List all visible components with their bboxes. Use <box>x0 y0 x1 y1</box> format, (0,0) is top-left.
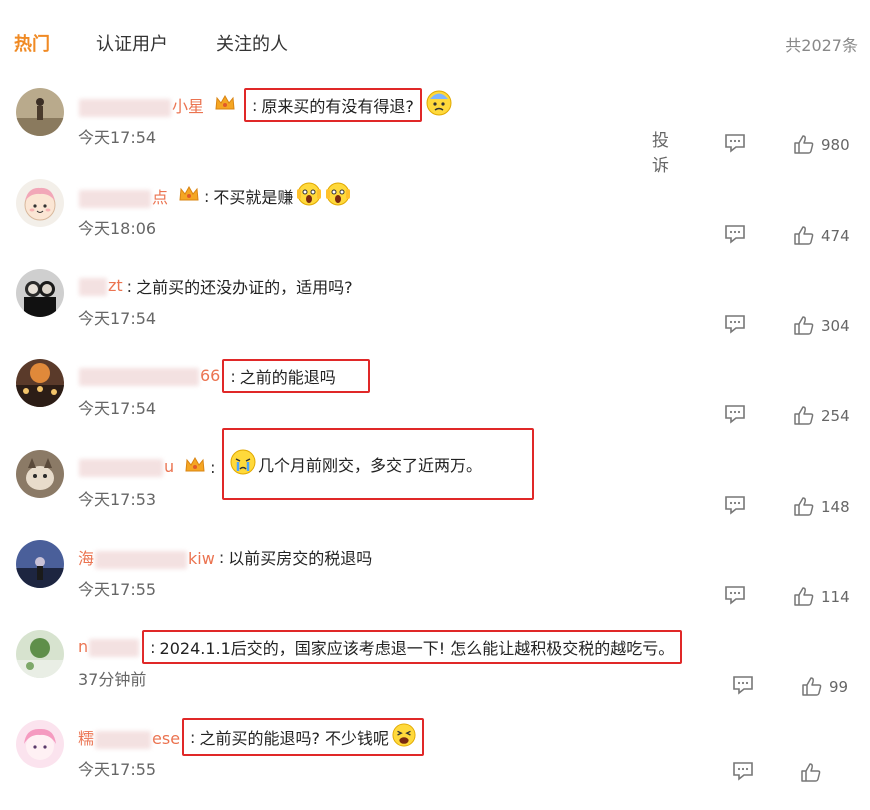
avatar[interactable] <box>16 179 64 227</box>
avatar[interactable] <box>16 630 64 678</box>
comment-time: 37分钟前 <box>78 670 147 689</box>
avatar[interactable] <box>16 720 64 768</box>
username[interactable]: n <box>78 637 140 657</box>
comment-time: 今天17:55 <box>78 760 157 779</box>
like-count: 148 <box>821 498 850 516</box>
reply-icon[interactable] <box>724 495 746 519</box>
avatar[interactable] <box>16 450 64 498</box>
comment-item: u : 几个月前刚交，多交了近两万。 今天17:53 148 <box>0 428 870 540</box>
report-button[interactable]: 投诉 <box>652 126 669 176</box>
reply-icon[interactable] <box>724 314 746 338</box>
comment-time: 今天17:54 <box>78 128 157 147</box>
comment-time: 今天17:54 <box>78 309 157 328</box>
thumbs-up-icon <box>794 406 814 425</box>
comment-time: 今天17:54 <box>78 399 157 418</box>
highlight-box: : 之前买的能退吗? 不少钱呢 <box>182 718 425 756</box>
like-button[interactable]: 474 <box>793 226 850 246</box>
comment-text: 几个月前刚交，多交了近两万。 <box>258 456 483 475</box>
comment-item: n :2024.1.1后交的，国家应该考虑退一下! 怎么能让越积极交税的越吃亏。… <box>0 630 870 720</box>
comment-tabs: 热门 认证用户 关注的人 共2027条 <box>14 30 858 60</box>
username[interactable]: zt <box>78 276 123 296</box>
tab-hot[interactable]: 热门 <box>14 30 50 56</box>
reply-icon[interactable] <box>724 133 746 157</box>
comment-time: 今天17:53 <box>78 490 157 509</box>
avatar[interactable] <box>16 88 64 136</box>
highlight-box: 几个月前刚交，多交了近两万。 <box>222 428 534 500</box>
total-count: 共2027条 <box>785 36 858 55</box>
reply-icon[interactable] <box>724 224 746 248</box>
comment-item: 点 : 不买就是赚 今天18:06 474 <box>0 179 870 269</box>
highlight-box: : 原来买的有没有得退? <box>244 88 422 122</box>
reply-icon[interactable] <box>732 761 754 785</box>
crown-icon <box>178 184 200 208</box>
username[interactable]: 66 <box>78 366 220 386</box>
comment-text: 2024.1.1后交的，国家应该考虑退一下! 怎么能让越积极交税的越吃亏。 <box>159 639 675 658</box>
avatar[interactable] <box>16 269 64 317</box>
crying-emoji-icon <box>230 449 256 479</box>
like-button[interactable]: 304 <box>793 316 850 336</box>
comment-item: 糯 ese : 之前买的能退吗? 不少钱呢 今天17:55 <box>0 718 870 810</box>
comment-text: 之前买的还没办证的，适用吗? <box>136 278 353 297</box>
like-count: 99 <box>829 678 849 696</box>
thumbs-up-icon <box>794 587 814 606</box>
username[interactable]: 小星 <box>78 93 204 117</box>
reply-icon[interactable] <box>724 585 746 609</box>
highlight-box: : 之前的能退吗 <box>222 359 370 393</box>
like-button[interactable]: 980 <box>793 135 850 155</box>
comment-text: 之前的能退吗 <box>239 368 336 387</box>
avatar[interactable] <box>16 359 64 407</box>
comment-text: 以前买房交的税退吗 <box>228 549 373 568</box>
username[interactable]: 点 <box>78 184 168 208</box>
thumbs-up-icon <box>794 135 814 154</box>
highlight-box: :2024.1.1后交的，国家应该考虑退一下! 怎么能让越积极交税的越吃亏。 <box>142 630 683 664</box>
comment-item: 小星 : 原来买的有没有得退? 今天17:54 投诉 980 <box>0 88 870 178</box>
screaming-emoji-icon <box>325 181 351 211</box>
username[interactable]: 糯 ese <box>78 725 180 749</box>
tab-verified-users[interactable]: 认证用户 <box>96 30 168 56</box>
like-count: 980 <box>821 136 850 154</box>
like-button[interactable]: 148 <box>793 497 850 517</box>
comment-text: 原来买的有没有得退? <box>261 97 414 116</box>
like-button[interactable] <box>800 763 828 783</box>
comment-time: 今天18:06 <box>78 219 157 238</box>
comment-time: 今天17:55 <box>78 580 157 599</box>
thumbs-up-icon <box>794 226 814 245</box>
comment-text: 不买就是赚 <box>213 188 294 207</box>
comment-text: 之前买的能退吗? 不少钱呢 <box>199 729 390 748</box>
like-button[interactable]: 99 <box>801 677 848 697</box>
like-count: 474 <box>821 227 850 245</box>
like-button[interactable]: 114 <box>793 587 850 607</box>
weary-emoji-icon <box>392 723 416 751</box>
screaming-emoji-icon <box>296 181 322 211</box>
crown-icon <box>214 93 236 117</box>
reply-icon[interactable] <box>724 404 746 428</box>
reply-icon[interactable] <box>732 675 754 699</box>
like-count: 254 <box>821 407 850 425</box>
thumbs-up-icon <box>794 316 814 335</box>
thumbs-up-icon <box>801 763 821 782</box>
comment-item: 海 kiw : 以前买房交的税退吗 今天17:55 114 <box>0 540 870 630</box>
comment-item: zt : 之前买的还没办证的，适用吗? 今天17:54 304 <box>0 269 870 359</box>
like-count: 304 <box>821 317 850 335</box>
cold-sweat-emoji-icon <box>426 90 452 120</box>
username[interactable]: 海 kiw <box>78 545 215 569</box>
username[interactable]: u <box>78 457 174 477</box>
thumbs-up-icon <box>794 497 814 516</box>
avatar[interactable] <box>16 540 64 588</box>
tab-following[interactable]: 关注的人 <box>216 30 288 56</box>
thumbs-up-icon <box>802 677 822 696</box>
like-count: 114 <box>821 588 850 606</box>
crown-icon <box>184 455 206 479</box>
like-button[interactable]: 254 <box>793 406 850 426</box>
